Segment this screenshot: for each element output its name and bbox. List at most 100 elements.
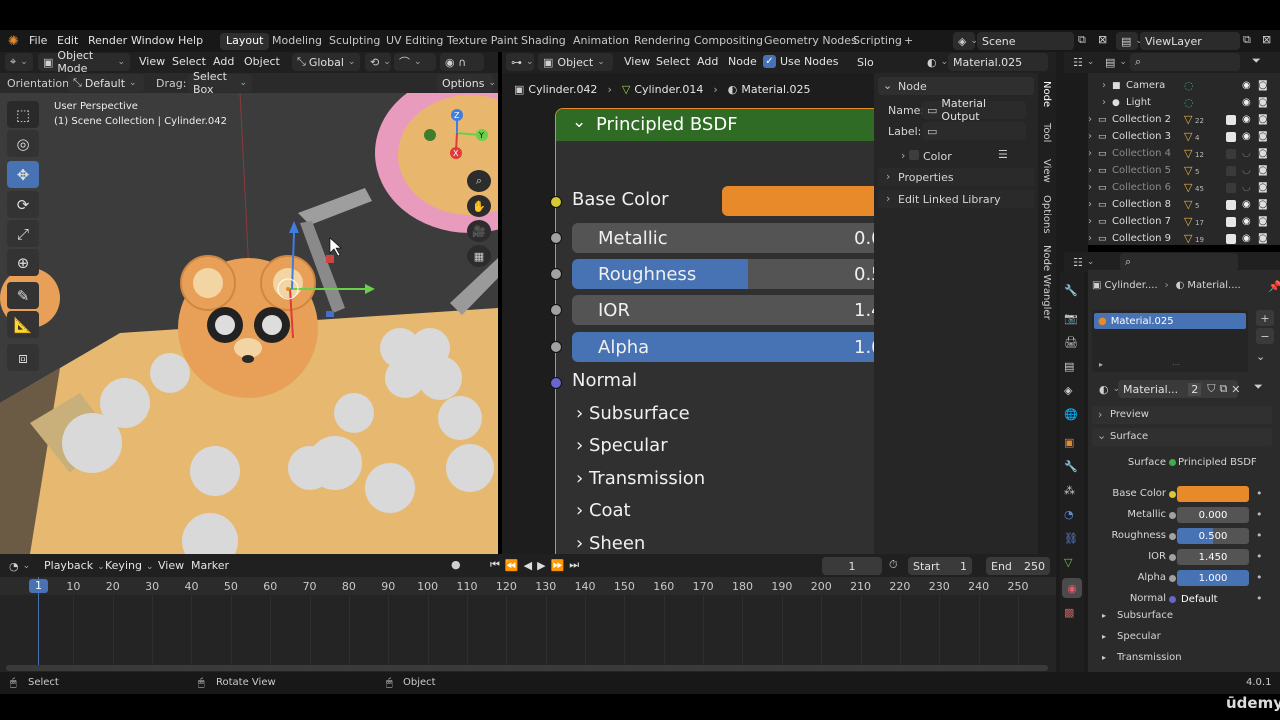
shader-type-selector[interactable]: ▣ Object: [538, 53, 613, 71]
material-slot-list[interactable]: ● Material.025 ▸ ⋯: [1092, 310, 1248, 372]
material-name-field[interactable]: Material.025: [948, 53, 1048, 71]
outliner-row[interactable]: › ▭ Collection 6 ▽ 45 ◡ ◙: [1088, 179, 1280, 196]
annotate-tool[interactable]: ✎: [7, 282, 39, 309]
node-editor-canvas[interactable]: ▣ Cylinder.042 › ▽ Cylinder.014 › ◐ Mate…: [502, 73, 874, 554]
menu-file[interactable]: File: [29, 34, 47, 47]
material-browse-button[interactable]: ◐: [922, 53, 946, 71]
timeline-menu-keying[interactable]: Keying: [105, 559, 154, 572]
menu-help[interactable]: Help: [178, 34, 203, 47]
outliner-item-name[interactable]: Collection 6: [1112, 182, 1171, 193]
scene-tab-icon[interactable]: ◈: [1064, 384, 1072, 397]
orientation-selector[interactable]: ⤡ Default: [68, 74, 144, 92]
outliner-search[interactable]: ⌕: [1130, 53, 1240, 71]
outliner-row[interactable]: › ▭ Collection 2 ▽ 22 ◉ ◙: [1088, 111, 1280, 128]
principled-bsdf-node[interactable]: ⌄ Principled BSDF Base Color Metallic 0.0…: [550, 108, 874, 554]
expand-chevron-icon[interactable]: ›: [901, 149, 905, 162]
blender-logo-icon[interactable]: ✺: [8, 34, 19, 49]
expand-chevron-icon[interactable]: ›: [1102, 80, 1106, 91]
properties-editor-selector[interactable]: ☷: [1068, 253, 1096, 271]
input-socket-icon[interactable]: [1169, 575, 1176, 582]
color-checkbox[interactable]: [909, 150, 919, 160]
tab-compositing[interactable]: Compositing: [688, 33, 769, 50]
base-color-socket[interactable]: [550, 196, 562, 208]
tab-modeling[interactable]: Modeling: [266, 33, 328, 50]
options-dropdown[interactable]: Options: [437, 74, 493, 92]
select-box-tool[interactable]: ⬚: [7, 101, 39, 128]
ior-socket[interactable]: [550, 304, 562, 316]
edit-linked-library-section[interactable]: › Edit Linked Library: [878, 190, 1034, 208]
outliner-row[interactable]: › ▭ Collection 5 ▽ 5 ◡ ◙: [1088, 162, 1280, 179]
tab-texture-paint[interactable]: Texture Paint: [441, 33, 524, 50]
eye-icon[interactable]: ◉: [1242, 131, 1251, 142]
viewport-menu-view[interactable]: View: [139, 55, 165, 68]
ior-field[interactable]: IOR 1.4: [572, 295, 874, 325]
unlink-icon[interactable]: ✕: [1231, 383, 1240, 396]
outliner-row[interactable]: › ▭ Collection 3 ▽ 4 ◉ ◙: [1088, 128, 1280, 145]
render-camera-icon[interactable]: ◙: [1258, 182, 1268, 193]
snap-toggle[interactable]: ⌒: [394, 53, 436, 71]
render-camera-icon[interactable]: ◙: [1258, 233, 1268, 244]
viewport-menu-add[interactable]: Add: [213, 55, 234, 68]
mode-selector[interactable]: ▣ Object Mode: [38, 49, 130, 75]
expand-chevron-icon[interactable]: ›: [1088, 148, 1092, 159]
material-tab-icon[interactable]: ◉: [1062, 578, 1082, 598]
timeline[interactable]: 10 20 30 40 50 60 70 80 90 100 110 120 130 140 150 160 1…: [0, 577, 1056, 672]
input-socket-icon[interactable]: [1169, 533, 1176, 540]
stopwatch-icon[interactable]: ⏱: [889, 558, 898, 572]
expand-chevron-icon[interactable]: ›: [1088, 216, 1092, 227]
prev-keyframe-icon[interactable]: ⏪: [505, 559, 519, 572]
display-mode-selector[interactable]: ▤: [1100, 53, 1126, 71]
tab-layout[interactable]: Layout: [220, 33, 270, 50]
node-menu-view[interactable]: View: [624, 55, 650, 68]
delete-view-layer-icon[interactable]: ⊠: [1262, 33, 1271, 46]
node-menu-select[interactable]: Select: [656, 55, 690, 68]
new-scene-icon[interactable]: ⧉: [1078, 33, 1086, 47]
material-filter-icon[interactable]: ⏷: [1254, 380, 1263, 394]
end-frame-field[interactable]: End 250: [986, 557, 1050, 575]
node-header[interactable]: ⌄ Principled BSDF: [556, 109, 874, 141]
data-tab-icon[interactable]: ▽: [1064, 556, 1072, 569]
timeline-scrollbar[interactable]: [6, 665, 1048, 671]
exclude-checkbox[interactable]: [1226, 148, 1236, 159]
keyframe-dot-icon[interactable]: •: [1256, 550, 1263, 563]
playhead-frame[interactable]: 1: [29, 579, 48, 593]
scene-selector[interactable]: ◈: [953, 32, 975, 50]
duplicate-icon[interactable]: ⧉: [1219, 382, 1227, 396]
eye-icon[interactable]: ◉: [1242, 80, 1251, 91]
render-camera-icon[interactable]: ◙: [1258, 165, 1268, 176]
preview-panel[interactable]: › Preview: [1092, 406, 1272, 424]
material-datablock-field[interactable]: Material... 2 ⛉ ⧉ ✕: [1118, 380, 1241, 398]
outliner-item-name[interactable]: Camera: [1126, 80, 1165, 91]
expand-chevron-icon[interactable]: ›: [1088, 165, 1092, 176]
keyframe-dot-icon[interactable]: •: [1256, 571, 1263, 584]
slot-menu-icon[interactable]: ⌄: [1256, 350, 1265, 363]
tool-tab-icon[interactable]: 🔧: [1064, 284, 1078, 297]
viewport-menu-select[interactable]: Select: [172, 55, 206, 68]
expand-chevron-icon[interactable]: ▸: [1102, 632, 1106, 641]
property-value-field[interactable]: 0.000: [1177, 507, 1249, 523]
sidebar-tab-options[interactable]: Options: [1041, 195, 1052, 234]
property-value-field[interactable]: Default: [1177, 591, 1249, 607]
cursor-tool[interactable]: ◎: [7, 130, 39, 157]
add-cube-tool[interactable]: ⧈: [7, 344, 39, 371]
3d-viewport[interactable]: User Perspective (1) Scene Collection | …: [0, 93, 498, 554]
eye-icon[interactable]: ◉: [1242, 216, 1251, 227]
play-reverse-icon[interactable]: ◀: [524, 559, 532, 572]
exclude-checkbox[interactable]: [1226, 131, 1236, 142]
node-label-field[interactable]: ▭: [922, 122, 1026, 140]
fake-user-icon[interactable]: ⛉: [1207, 382, 1215, 396]
node-section-header[interactable]: ⌄ Node: [878, 77, 1034, 95]
add-workspace-button[interactable]: +: [898, 33, 919, 50]
metallic-field[interactable]: Metallic 0.0: [572, 223, 874, 253]
outliner-item-name[interactable]: Light: [1126, 97, 1151, 108]
user-count[interactable]: 2: [1188, 382, 1202, 396]
render-camera-icon[interactable]: ◙: [1258, 131, 1268, 142]
alpha-field[interactable]: Alpha 1.0: [572, 332, 874, 362]
properties-section[interactable]: › Properties: [878, 168, 1034, 186]
material-slot-item[interactable]: ● Material.025: [1094, 313, 1246, 329]
eye-closed-icon[interactable]: ◡: [1242, 165, 1251, 176]
world-tab-icon[interactable]: 🌐: [1064, 408, 1078, 421]
property-value-field[interactable]: 1.000: [1177, 570, 1249, 586]
next-keyframe-icon[interactable]: ⏩: [551, 559, 565, 572]
ortho-grid-icon[interactable]: ▦: [467, 245, 491, 267]
